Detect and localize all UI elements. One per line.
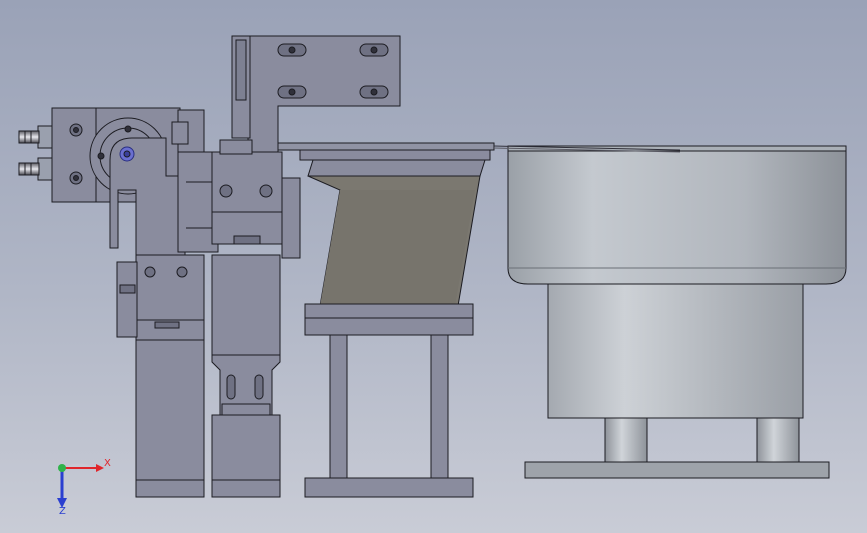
column-right-foot: [211, 479, 281, 498]
y-axis-dot: [58, 464, 66, 472]
vibrator-top-block: [307, 159, 486, 177]
column-left-foot: [135, 479, 205, 498]
x-axis-arrow: [96, 464, 104, 472]
bowl-leg-right: [756, 415, 800, 463]
cad-drawing: X Z: [18, 35, 847, 517]
bowl-body: [507, 149, 847, 285]
bowl-leg-left: [604, 415, 648, 463]
column-right-slide: [211, 254, 281, 356]
stand-base-plate: [304, 477, 474, 498]
fitting-bottom: [37, 157, 53, 181]
side-block-small: [116, 261, 138, 338]
z-axis-label: Z: [59, 506, 66, 517]
stand-leg-right: [430, 334, 449, 481]
feeder-rail-lower: [299, 149, 491, 161]
column-left-mid: [135, 254, 205, 321]
vibratory-bowl: [507, 145, 847, 479]
fitting-top: [37, 125, 53, 149]
column-left-lower: [135, 337, 205, 481]
stand-top-plate: [304, 317, 474, 336]
vibrator-lower-plate: [304, 303, 474, 319]
linear-vibrator: [304, 159, 486, 498]
coordinate-triad: X Z: [57, 458, 111, 517]
bowl-drive-base: [547, 281, 804, 419]
x-axis-label: X: [104, 458, 111, 469]
gripper-body: [211, 151, 283, 245]
cad-viewport[interactable]: X Z: [0, 0, 867, 533]
bowl-base-plate: [524, 461, 830, 479]
stand-leg-left: [329, 334, 348, 481]
column-right-lower: [211, 414, 281, 481]
feeder-rail: [271, 142, 495, 151]
